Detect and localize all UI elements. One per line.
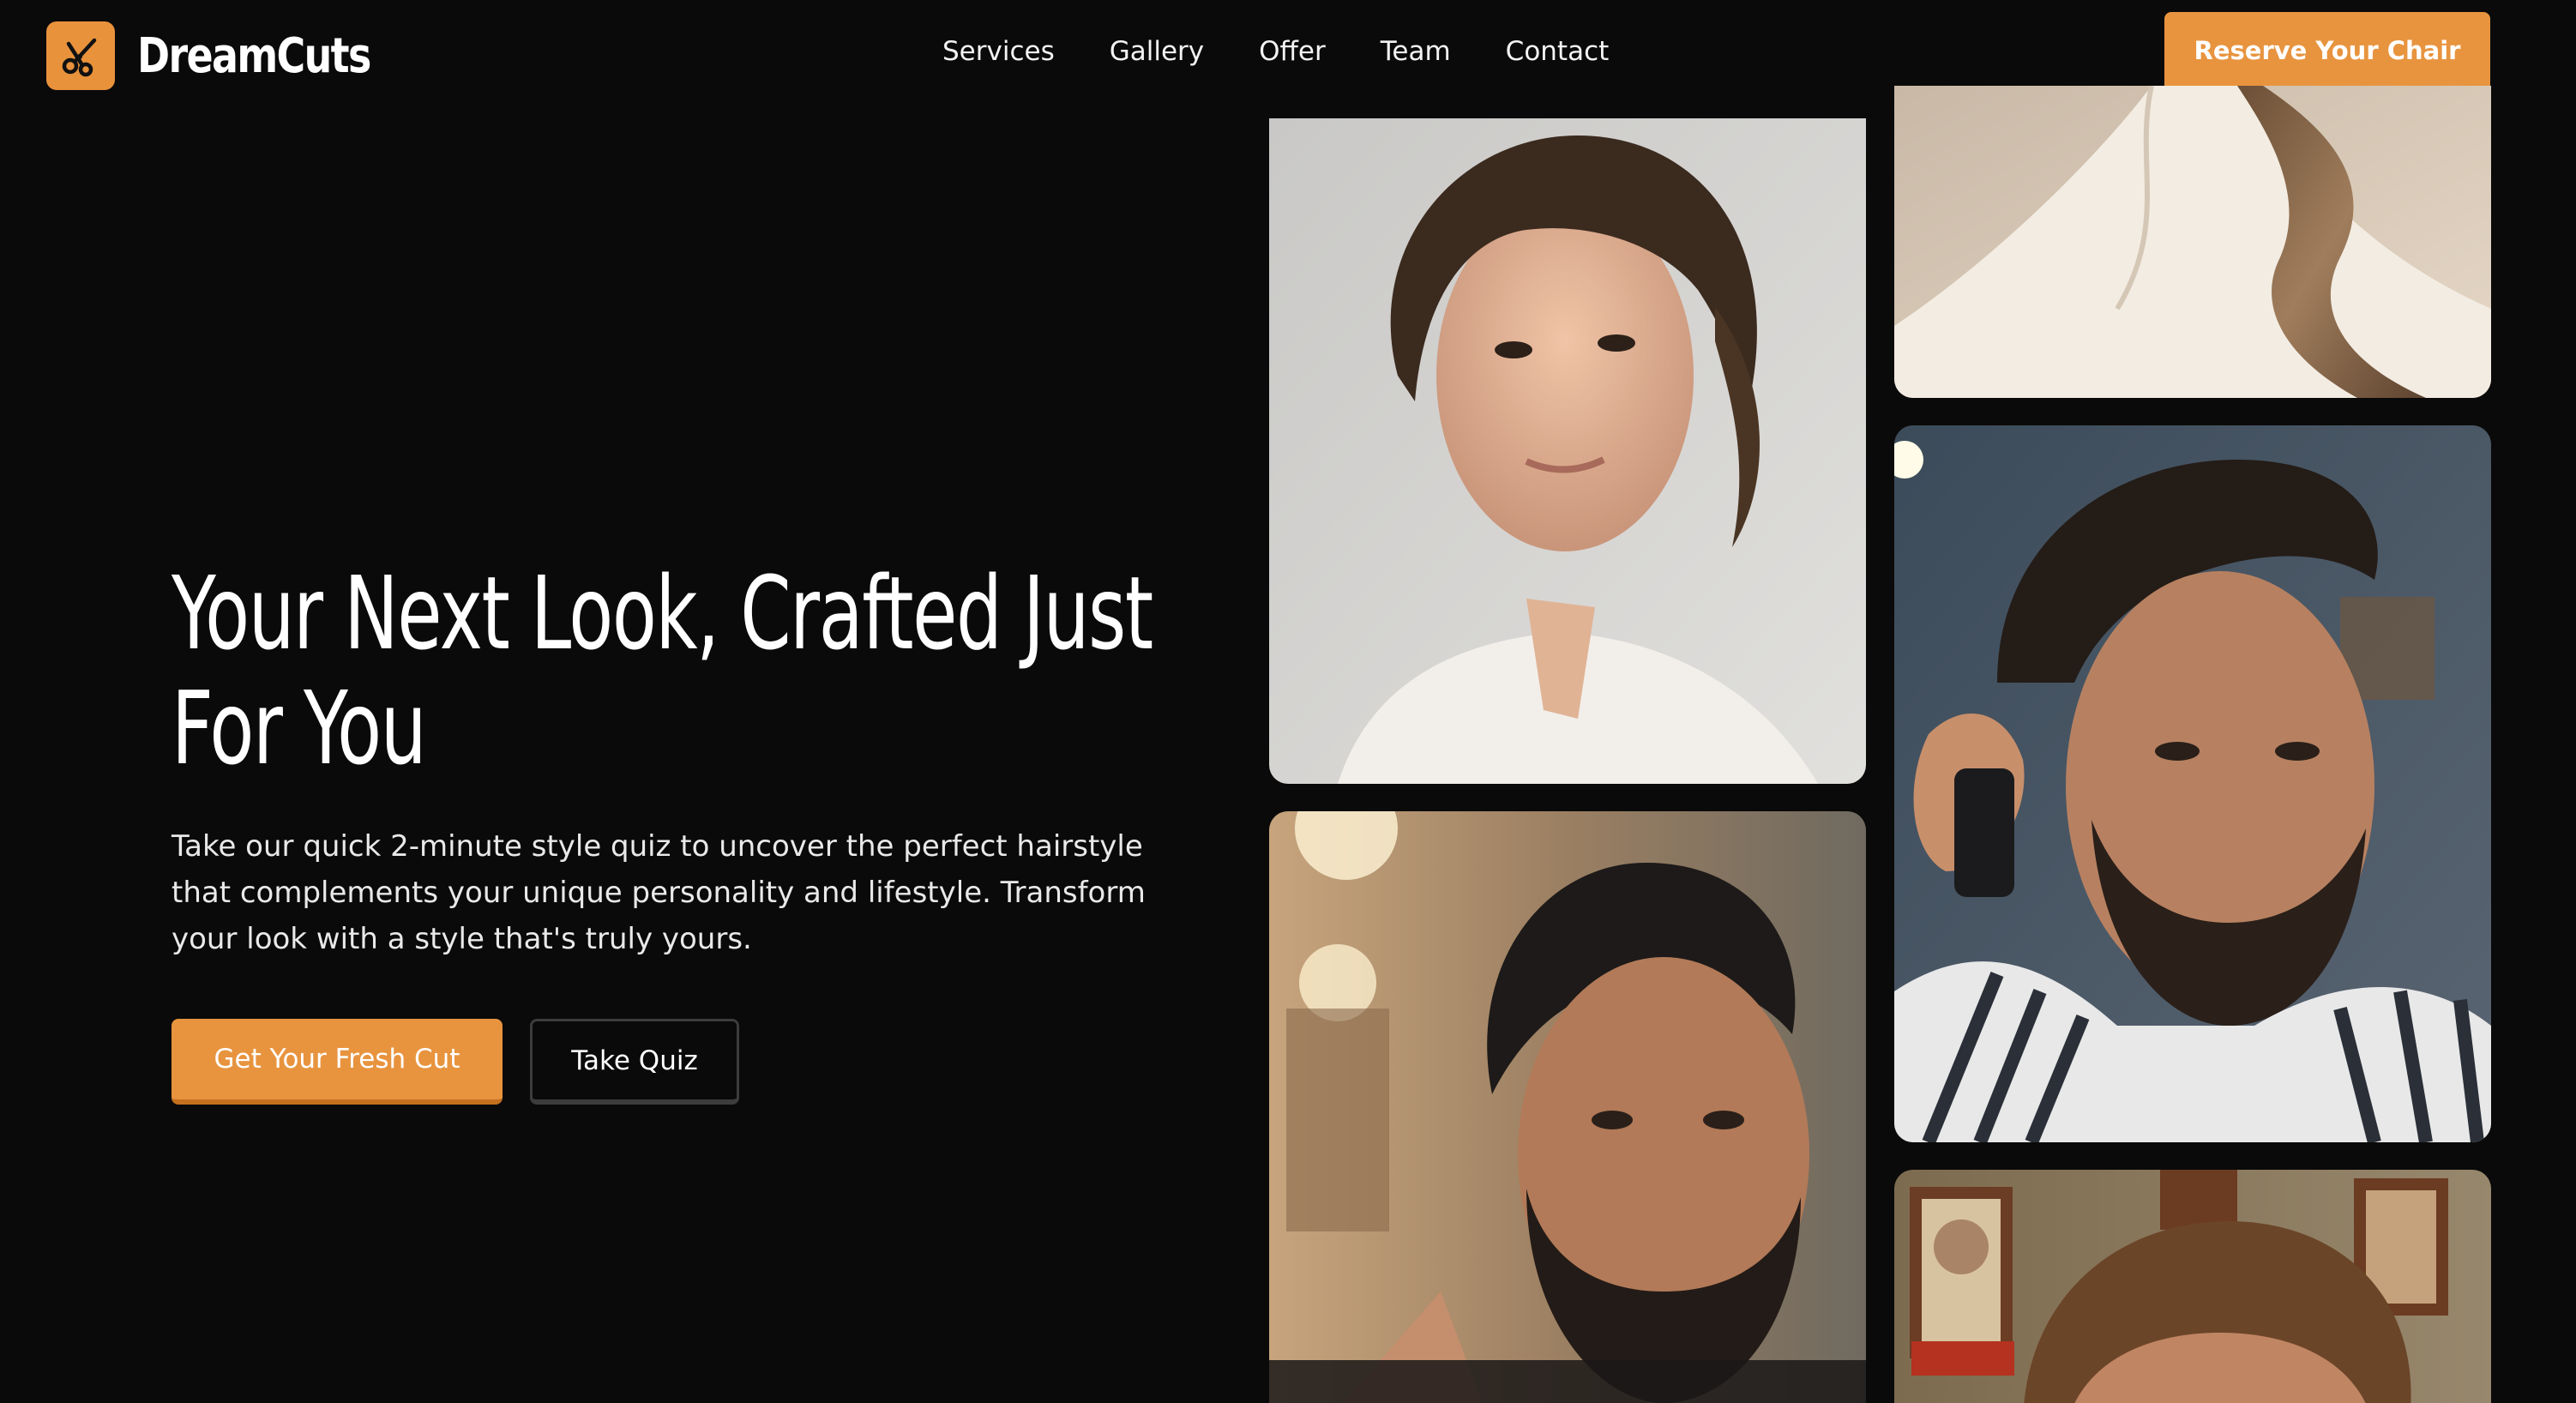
wavy-hair-portrait-photo	[1269, 118, 1866, 784]
brand-name: DreamCuts	[137, 27, 371, 84]
brand-logo[interactable]: DreamCuts	[46, 21, 421, 90]
pompadour-fade-barber-photo	[1894, 425, 2491, 1142]
nav-item-services[interactable]: Services	[942, 36, 1055, 67]
hero-title: Your Next Look, Crafted Just For You	[172, 554, 1153, 787]
scissors-icon	[46, 21, 115, 90]
fade-beard-barber-photo	[1269, 811, 1866, 1403]
hero-subtitle: Take our quick 2-minute style quiz to un…	[172, 829, 1146, 956]
reserve-chair-button[interactable]: Reserve Your Chair	[2164, 12, 2490, 94]
take-quiz-button[interactable]: Take Quiz	[530, 1019, 739, 1105]
main-nav: Services Gallery Offer Team Contact	[942, 36, 1609, 67]
nav-item-gallery[interactable]: Gallery	[1110, 36, 1204, 67]
get-fresh-cut-button[interactable]: Get Your Fresh Cut	[172, 1019, 503, 1105]
nav-item-contact[interactable]: Contact	[1506, 36, 1610, 67]
nav-item-offer[interactable]: Offer	[1259, 36, 1326, 67]
nav-item-team[interactable]: Team	[1381, 36, 1451, 67]
flowing-hair-collar-photo	[1894, 86, 2491, 398]
textured-hair-barbershop-photo	[1894, 1170, 2491, 1403]
landing-page: DreamCuts Services Gallery Offer Team Co…	[0, 0, 2576, 1403]
